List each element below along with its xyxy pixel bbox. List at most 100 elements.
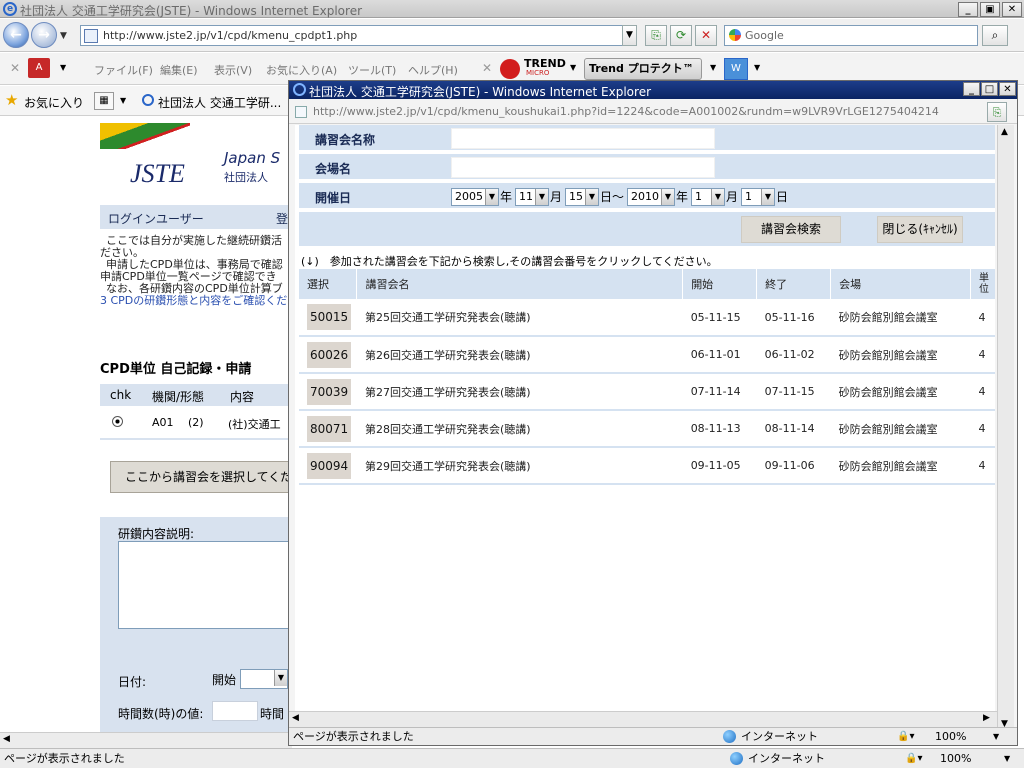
cpd-table-header: chk 機関/形態 内容	[100, 384, 292, 406]
address-dropdown-button[interactable]: ▼	[622, 25, 637, 46]
close-window-button[interactable]: ✕	[1002, 2, 1022, 17]
menu-tools[interactable]: ツール(T)	[348, 62, 396, 78]
course-id-link[interactable]: 90094	[307, 452, 352, 479]
main-zoom-text[interactable]: 100%	[940, 750, 971, 768]
trend-protect-dropdown-icon[interactable]: ▼	[710, 63, 716, 72]
course-name-cell: 第27回交通工学研究発表会(聴講)	[356, 373, 683, 411]
main-status-text: ページが表示されました	[4, 752, 125, 765]
hours-input[interactable]	[212, 701, 258, 721]
history-dropdown-icon[interactable]: ▼	[60, 31, 67, 41]
scroll-left-icon[interactable]: ◀	[3, 734, 10, 744]
desc-label: 研鑽内容説明:	[118, 527, 195, 541]
select-cell: 50015	[299, 299, 357, 337]
popup-ie-icon	[293, 83, 306, 96]
to-year-select[interactable]: 2010 ▼	[627, 188, 675, 206]
select-course-button[interactable]: ここから講習会を選択してくだ	[110, 461, 292, 493]
venue-label: 会場名	[315, 162, 352, 176]
org-japanese-name: 社団法人	[224, 171, 268, 184]
popup-zone-text: インターネット	[741, 730, 818, 743]
favorites-star-icon[interactable]: ★	[5, 91, 18, 109]
menu-file[interactable]: ファイル(F)	[94, 62, 153, 78]
to-month-select[interactable]: 1 ▼	[691, 188, 725, 206]
favorites-label[interactable]: お気に入り	[24, 94, 84, 111]
course-id-link[interactable]: 50015	[307, 304, 352, 330]
trend-protect-button[interactable]: Trend プロテクト™	[584, 58, 702, 80]
cpd-radio[interactable]	[112, 416, 123, 427]
popup-content: 講習会名称 会場名 開催日 2005 ▼ 年 11 ▼ 月 15 ▼ 日～ 2010 ▼…	[295, 125, 995, 715]
start-cell: 06-11-01	[682, 336, 757, 374]
extension-dropdown-icon[interactable]: ▼	[754, 63, 760, 72]
trend-sub-label: MICRO	[526, 69, 550, 77]
compatibility-icon[interactable]: ⎘	[645, 25, 667, 46]
close-trend-toolbar-icon[interactable]: ✕	[482, 61, 492, 75]
end-cell: 08-11-14	[756, 410, 831, 448]
pdf-icon[interactable]: A	[28, 58, 50, 78]
course-id-link[interactable]: 60026	[307, 341, 352, 368]
col-select: 選択	[299, 269, 358, 299]
popup-protected-mode-icon[interactable]: 🔒▾	[897, 729, 914, 745]
popup-compatibility-icon[interactable]: ⎘	[987, 102, 1007, 122]
date-row: 開催日 2005 ▼ 年 11 ▼ 月 15 ▼ 日～ 2010 ▼ 年 1 ▼ 月 1 ▼…	[299, 183, 995, 210]
from-month-select[interactable]: 11 ▼	[515, 188, 549, 206]
trend-dropdown-icon[interactable]: ▼	[570, 63, 576, 72]
menu-view[interactable]: 表示(V)	[214, 62, 252, 78]
popup-maximize-button[interactable]: □	[981, 82, 998, 96]
from-day-select[interactable]: 15 ▼	[565, 188, 599, 206]
close-cancel-button[interactable]: 閉じる(ｷｬﾝｾﾙ)	[877, 216, 963, 243]
popup-minimize-button[interactable]: _	[963, 82, 980, 96]
range-separator: 日～	[600, 190, 625, 204]
bg-horizontal-scrollbar[interactable]: ◀	[0, 732, 292, 748]
refresh-icon[interactable]: ⟳	[670, 25, 692, 46]
main-address-toolbar: ← → ▼ http://www.jste2.jp/v1/cpd/kmenu_c…	[0, 19, 1024, 52]
hours-unit: 時間	[260, 707, 285, 721]
popup-zoom-dropdown-icon[interactable]: ▼	[993, 729, 999, 745]
zoom-dropdown-icon[interactable]: ▼	[1004, 750, 1010, 768]
forward-button[interactable]: →	[31, 22, 57, 48]
venue-cell: 砂防会館別館会議室	[830, 299, 971, 337]
course-name-row: 講習会名称	[299, 125, 995, 152]
intro-link[interactable]: 3 CPDの研鑽形態と内容をご確認くだ	[100, 295, 292, 307]
popup-scroll-right-icon[interactable]: ▶	[983, 713, 990, 723]
maximize-button[interactable]: ▣	[980, 2, 1000, 17]
popup-vertical-scrollbar[interactable]: ▲ ▼	[997, 125, 1014, 735]
search-input[interactable]: Google	[724, 25, 978, 46]
col-venue: 会場	[830, 269, 971, 299]
venue-row: 会場名	[299, 154, 995, 181]
back-button[interactable]: ←	[3, 22, 29, 48]
course-id-link[interactable]: 80071	[307, 415, 352, 442]
venue-input[interactable]	[451, 157, 715, 178]
search-icon[interactable]: ⌕	[982, 25, 1008, 46]
main-address-input[interactable]: http://www.jste2.jp/v1/cpd/kmenu_cpdpt1.…	[80, 25, 637, 46]
start-cell: 09-11-05	[682, 447, 757, 485]
to-day-unit: 日	[776, 190, 789, 204]
start-date-select[interactable]: ▼	[240, 669, 288, 689]
popup-horizontal-scrollbar[interactable]: ◀ ▶	[289, 711, 997, 727]
toolbar-extension-icon[interactable]: W	[724, 58, 748, 80]
table-row: 90094 第29回交通工学研究発表会(聴講) 09-11-05 09-11-0…	[299, 447, 995, 485]
course-name-input[interactable]	[451, 128, 715, 149]
menu-help[interactable]: ヘルプ(H)	[408, 62, 458, 78]
desc-textarea[interactable]	[118, 541, 292, 629]
tab-title[interactable]: 社団法人 交通工学研...	[158, 94, 281, 111]
quick-tabs-icon[interactable]: ▦	[94, 92, 114, 110]
course-name-cell: 第25回交通工学研究発表会(聴講)	[356, 299, 683, 337]
from-year-select[interactable]: 2005 ▼	[451, 188, 499, 206]
popup-close-button[interactable]: ✕	[999, 82, 1016, 96]
course-search-button[interactable]: 講習会検索	[741, 216, 841, 243]
close-toolbar-icon[interactable]: ✕	[10, 61, 20, 75]
scroll-up-icon[interactable]: ▲	[1001, 127, 1008, 137]
popup-scroll-left-icon[interactable]: ◀	[292, 713, 299, 723]
button-row: 講習会検索 閉じる(ｷｬﾝｾﾙ)	[299, 212, 995, 248]
menu-favorites[interactable]: お気に入り(A)	[266, 62, 337, 78]
popup-zoom-text[interactable]: 100%	[935, 729, 966, 745]
protected-mode-icon[interactable]: 🔒▾	[905, 750, 922, 768]
pdf-dropdown-icon[interactable]: ▼	[60, 63, 66, 72]
minimize-button[interactable]: _	[958, 2, 978, 17]
course-id-link[interactable]: 70039	[307, 378, 352, 405]
stop-icon[interactable]: ✕	[695, 25, 717, 46]
tab-list-dropdown-icon[interactable]: ▼	[120, 96, 126, 105]
jste-logo-text: JSTE	[130, 159, 185, 188]
menu-edit[interactable]: 編集(E)	[160, 62, 198, 78]
to-day-select[interactable]: 1 ▼	[741, 188, 775, 206]
unit-cell: 4	[970, 299, 995, 337]
